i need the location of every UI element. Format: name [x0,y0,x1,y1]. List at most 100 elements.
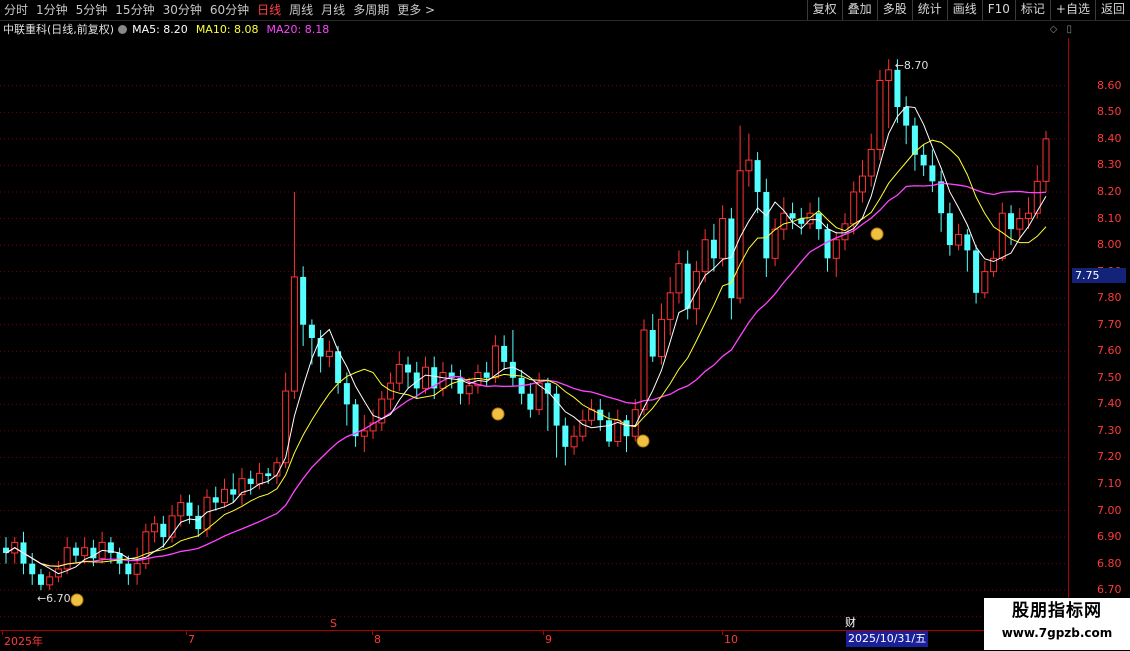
candle-body-up [657,318,665,358]
candle-body-down [973,250,980,293]
candle-body-up [981,271,989,294]
candle-body-up [1042,138,1050,182]
toolbar-button-7[interactable]: +自选 [1049,0,1095,20]
candle-body-up [675,263,683,294]
y-tick-label: 8.10 [1097,211,1122,225]
candle-body-down [335,351,342,384]
candle-body-down [186,502,193,516]
candle-body-up [220,488,228,504]
watermark-url: www.7gpzb.com [1001,626,1113,640]
candle-body-down [483,372,490,378]
y-tick-label: 6.90 [1097,530,1122,544]
candle-body-up [771,228,779,259]
x-tick [186,631,187,635]
candle-body-up [325,350,333,358]
candle-body-up [719,218,727,259]
y-tick-label: 8.60 [1097,78,1122,92]
chart-mode: (日线,前复权) [47,23,115,36]
candle-body-down [728,218,735,299]
period-tab-4[interactable]: 30分钟 [159,0,206,20]
candle-body-up [867,148,875,177]
candle-body-down [212,497,219,503]
candle-body-up [832,239,840,259]
date-axis: 2025年 7 8 9 10 S [0,617,1130,651]
period-tab-9[interactable]: 多周期 [349,0,393,20]
window-icon[interactable]: ▯ [1066,24,1072,35]
candle-body-up [692,271,700,310]
period-tab-6[interactable]: 日线 [253,0,285,20]
price-axis: 8.608.508.408.308.208.108.007.907.807.70… [1068,38,1130,630]
candle-body-down [763,191,770,259]
x-tick-label: 7 [188,633,195,646]
candle-body-down [710,239,717,259]
y-tick-label: 6.70 [1097,583,1122,597]
x-tick-label: 2025年 [4,635,43,648]
candle-body-down [920,154,927,166]
period-tab-3[interactable]: 15分钟 [111,0,158,20]
candle-body-down [894,69,901,108]
candlestick-chart[interactable]: ←8.70 ←6.70 [0,38,1068,630]
toolbar-button-0[interactable]: 复权 [806,0,842,20]
candle-body-up [1025,212,1033,220]
candle-body-up [858,175,866,193]
candle-body-down [623,420,630,437]
toolbar-button-3[interactable]: 统计 [911,0,947,20]
y-tick-label: 8.30 [1097,158,1122,172]
candle-body-down [352,404,359,437]
money-bag-icon [70,593,84,607]
function-buttons: 复权 叠加 多股 统计 画线 F10 标记 +自选 返回 [806,0,1130,20]
y-tick-label: 7.60 [1097,344,1122,358]
candle-body-down [684,263,691,309]
candle-body-up [876,79,884,150]
y-tick-label: 7.70 [1097,317,1122,331]
candle-body-down [527,393,534,410]
period-tab-0[interactable]: 分时 [0,0,32,20]
candle-body-up [780,212,788,230]
period-tabs: 分时 1分钟 5分钟 15分钟 30分钟 60分钟 日线 周线 月线 多周期 更多 > [0,0,439,20]
candle-body-down [343,383,350,405]
candle-body-up [666,292,674,320]
x-tick-label: 8 [374,633,381,646]
candle-body-down [37,574,44,585]
diamond-icon[interactable]: ◇ [1050,24,1058,35]
candle-body-up [1016,218,1024,230]
cursor-price-label: 7.75 [1072,268,1126,283]
candle-body-down [230,489,237,495]
candle-body-down [405,364,412,373]
watermark-title: 股朋指标网 [1012,601,1102,621]
ma10-line [5,139,1047,567]
stock-name: 中联重科 [3,23,47,36]
indicator-info-bar: 中联重科 (日线,前复权) MA5: 8.20 MA10: 8.08 MA20:… [0,20,329,38]
candle-body-down [649,330,656,357]
candle-body-up [46,576,54,586]
period-tab-1[interactable]: 1分钟 [32,0,72,20]
period-tab-2[interactable]: 5分钟 [72,0,112,20]
low-price-marker: ←6.70 [37,592,71,605]
candle-body-down [125,563,132,575]
x-tick [372,631,373,635]
candle-body-up [588,409,596,421]
period-tab-8[interactable]: 月线 [317,0,349,20]
candle-body-down [72,547,79,556]
candle-body-up [701,239,709,273]
candle-body-up [151,523,159,533]
period-tab-7[interactable]: 周线 [285,0,317,20]
x-tick [543,631,544,635]
financial-report-marker: 财 [845,616,856,629]
toolbar-button-4[interactable]: 画线 [946,0,982,20]
candle-body-up [203,496,211,530]
period-tab-10[interactable]: 更多 > [393,0,439,20]
y-tick-label: 7.40 [1097,397,1122,411]
period-tab-5[interactable]: 60分钟 [206,0,253,20]
toolbar-button-1[interactable]: 叠加 [841,0,877,20]
toolbar-button-8[interactable]: 返回 [1094,0,1130,20]
y-tick-label: 8.50 [1097,105,1122,119]
y-tick-label: 8.20 [1097,184,1122,198]
toolbar-button-2[interactable]: 多股 [876,0,912,20]
toolbar-button-5[interactable]: F10 [981,0,1015,20]
x-tick-label: 9 [545,633,552,646]
indicator-settings-icon[interactable] [118,24,128,34]
toolbar-button-6[interactable]: 标记 [1014,0,1050,20]
candle-body-up [955,233,963,246]
candle-body-up [63,547,71,570]
